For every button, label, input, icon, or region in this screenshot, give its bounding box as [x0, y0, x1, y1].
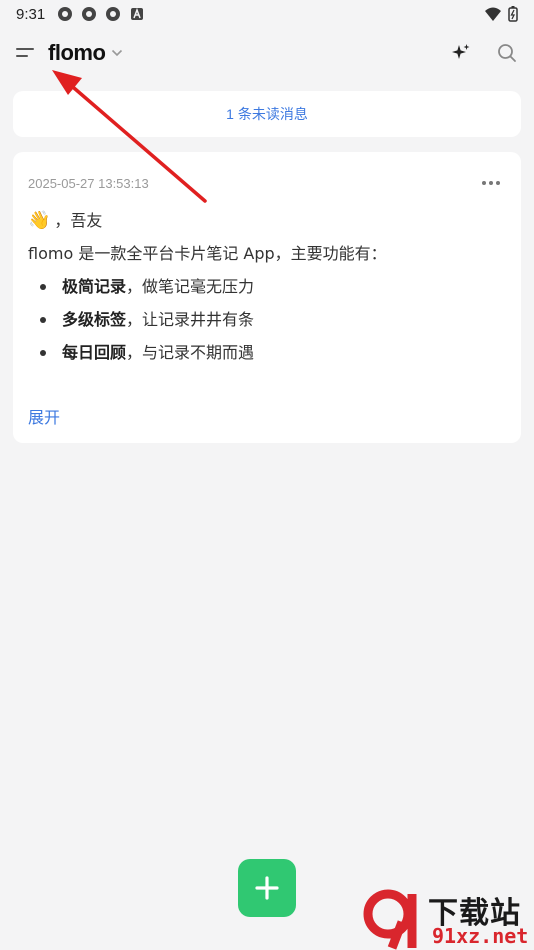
site-watermark: 下载站 91xz.net: [362, 888, 534, 950]
system-status-icons: [484, 6, 518, 22]
plus-icon: [255, 876, 279, 900]
memo-card[interactable]: 2025-05-27 13:53:13 👋 ，吾友 flomo 是一款全平台卡片…: [13, 152, 521, 443]
status-bar: 9:31: [0, 0, 534, 28]
bullet-icon: [40, 349, 46, 356]
greeting-text: ，吾友: [54, 211, 103, 230]
bullet-icon: [40, 283, 46, 290]
memo-content: 👋 ，吾友 flomo 是一款全平台卡片笔记 App，主要功能有： 极简记录 ，做…: [28, 204, 506, 369]
unread-messages-label: 1 条未读消息: [226, 106, 308, 122]
battery-icon: [508, 6, 518, 22]
feature-description: ，与记录不期而遇: [126, 343, 255, 362]
bullet-icon: [40, 316, 46, 323]
watermark-logo-icon: [363, 889, 417, 950]
feature-title: 每日回顾: [62, 343, 127, 362]
add-memo-button[interactable]: [238, 859, 296, 917]
list-item: 每日回顾 ，与记录不期而遇: [40, 336, 506, 369]
list-item: 多级标签 ，让记录井井有条: [40, 303, 506, 336]
feature-list: 极简记录 ，做笔记毫无压力 多级标签 ，让记录井井有条 每日回顾 ，与记录不期而遇: [28, 270, 506, 369]
feature-title: 多级标签: [62, 310, 127, 329]
feature-description: ，做笔记毫无压力: [126, 277, 255, 296]
a-badge-icon: [131, 7, 144, 20]
wifi-icon: [485, 7, 501, 21]
chevron-down-icon[interactable]: [111, 46, 125, 60]
memo-timestamp: 2025-05-27 13:53:13: [28, 175, 149, 191]
search-icon[interactable]: [494, 40, 520, 66]
list-item: 极简记录 ，做笔记毫无压力: [40, 270, 506, 303]
app-notification-icon: [58, 7, 73, 21]
memo-greeting: 👋 ，吾友: [28, 204, 506, 237]
brand-title[interactable]: flomo: [48, 40, 106, 66]
watermark-url: 91xz.net: [432, 924, 529, 948]
app-notification-icon: [106, 7, 121, 21]
menu-icon[interactable]: [14, 41, 38, 65]
more-options-icon[interactable]: [482, 181, 500, 185]
sparkle-ai-icon[interactable]: [448, 40, 474, 66]
feature-description: ，让记录井井有条: [126, 310, 255, 329]
app-notification-icon: [82, 7, 97, 21]
memo-intro: flomo 是一款全平台卡片笔记 App，主要功能有：: [28, 244, 387, 263]
notification-icons: [57, 6, 145, 22]
unread-messages-banner[interactable]: 1 条未读消息: [13, 91, 521, 137]
feature-title: 极简记录: [62, 277, 127, 296]
status-time: 9:31: [16, 5, 46, 23]
annotation-arrow: [52, 70, 207, 203]
app-header: flomo: [0, 30, 534, 76]
waving-hand-icon: 👋: [28, 210, 51, 231]
expand-link[interactable]: 展开: [28, 404, 60, 428]
